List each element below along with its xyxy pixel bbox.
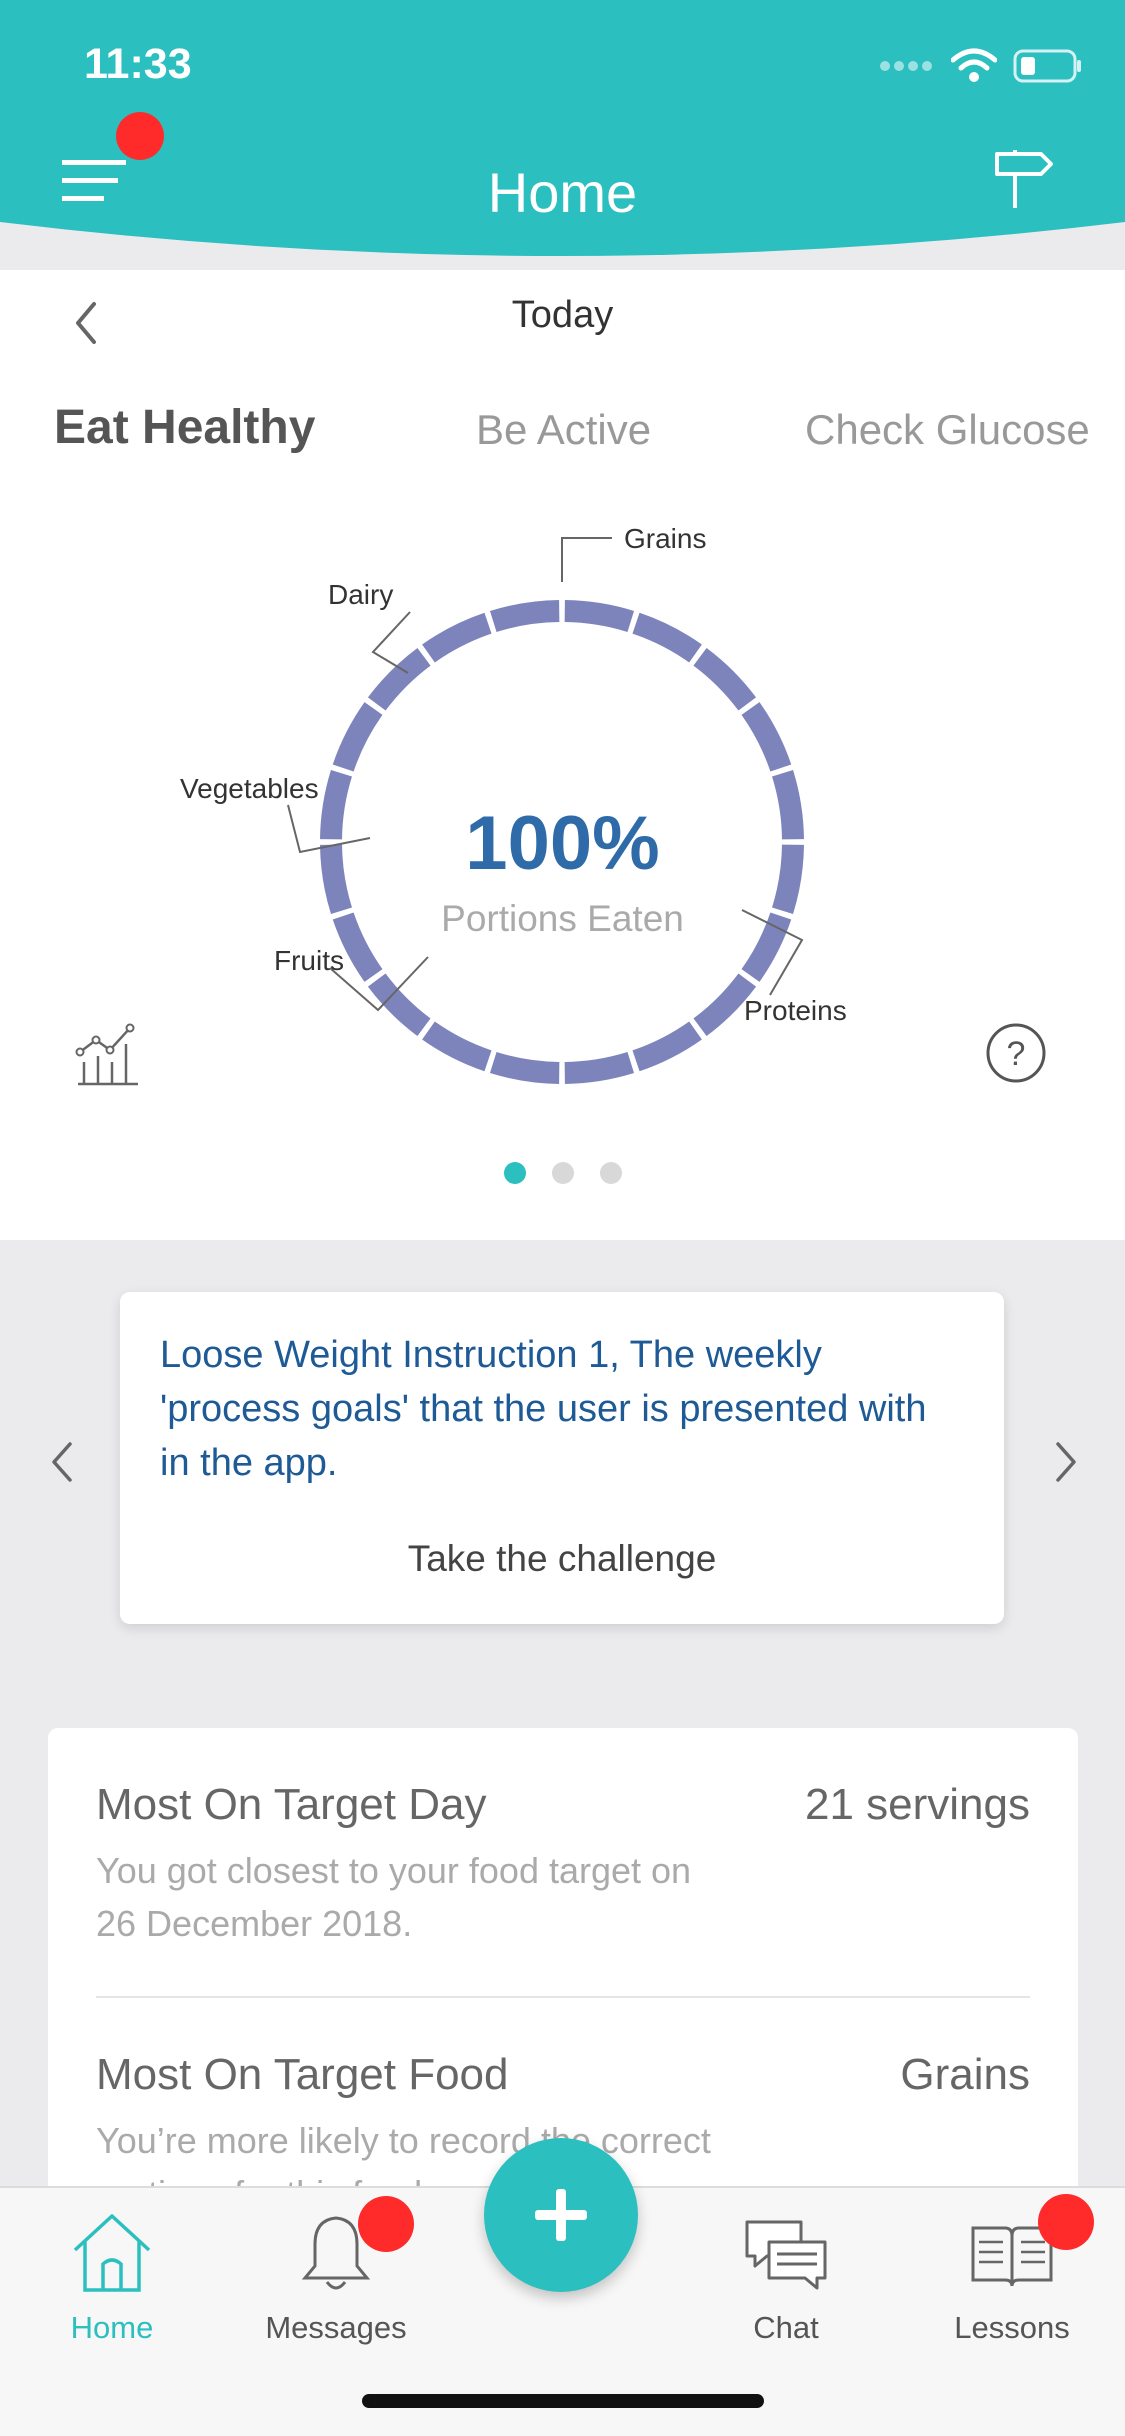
next-challenge-icon[interactable]	[1050, 1440, 1080, 1484]
home-indicator	[362, 2394, 764, 2408]
svg-text:?: ?	[1007, 1035, 1026, 1073]
signal-icon	[880, 61, 932, 71]
ring-segment	[489, 1051, 560, 1084]
tab-eat-healthy[interactable]: Eat Healthy	[54, 400, 315, 455]
chat-bubbles-icon	[745, 2220, 827, 2290]
menu-notification-badge	[116, 112, 164, 160]
add-entry-button[interactable]	[484, 2138, 638, 2292]
proteins-label: Proteins	[744, 995, 847, 1026]
tab-check-glucose[interactable]: Check Glucose	[805, 406, 1090, 454]
stat-value: 21 servings	[804, 1780, 1030, 1829]
stat-title: Most On Target Food	[96, 2050, 509, 2099]
signpost-icon[interactable]	[993, 148, 1055, 210]
portions-caption: Portions Eaten	[441, 898, 684, 939]
ring-segment	[332, 702, 383, 772]
ring-segment	[367, 647, 431, 711]
tab-label: Lessons	[954, 2310, 1070, 2345]
ring-segment	[489, 600, 560, 633]
tab-label: Chat	[753, 2310, 819, 2345]
stat-description: You got closest to your food target on 2…	[96, 1850, 692, 1944]
tab-be-active[interactable]: Be Active	[476, 406, 651, 454]
stat-value: Grains	[900, 2050, 1030, 2099]
challenge-text: Loose Weight Instruction 1, The weekly '…	[160, 1334, 927, 1484]
help-icon[interactable]: ?	[985, 1022, 1047, 1084]
lessons-notification-badge	[1038, 2194, 1094, 2250]
line-chart-icon[interactable]	[74, 1022, 140, 1088]
battery-icon	[1013, 49, 1081, 83]
ring-segment	[422, 612, 492, 663]
ring-segment	[422, 1021, 492, 1072]
carousel-pager	[0, 1162, 1125, 1184]
pager-dot[interactable]	[599, 1162, 622, 1184]
status-time: 11:33	[84, 40, 192, 88]
house-icon	[73, 2214, 151, 2292]
pager-dot[interactable]	[503, 1162, 526, 1184]
app-header: 11:33 Home	[0, 0, 1125, 270]
ring-segment	[632, 612, 702, 663]
page-title: Home	[487, 161, 638, 224]
tab-chat[interactable]: Chat	[696, 2208, 876, 2346]
fruits-label: Fruits	[274, 945, 344, 976]
tab-label: Messages	[265, 2310, 407, 2345]
date-label: Today	[511, 294, 614, 336]
plus-icon	[535, 2189, 587, 2241]
previous-challenge-icon[interactable]	[48, 1440, 78, 1484]
stat-title: Most On Target Day	[96, 1780, 487, 1829]
tab-label: Home	[70, 2310, 154, 2345]
wifi-icon	[951, 48, 997, 82]
messages-notification-badge	[358, 2196, 414, 2252]
dairy-label: Dairy	[328, 579, 393, 610]
grains-leader-line	[561, 537, 612, 582]
status-indicators	[879, 48, 1083, 84]
challenge-card: Loose Weight Instruction 1, The weekly '…	[120, 1292, 1004, 1624]
ring-segment	[693, 647, 757, 711]
ring-segment	[693, 973, 757, 1037]
stat-most-on-target-day: Most On Target Day 21 servings You got c…	[96, 1780, 1030, 1980]
tab-home[interactable]: Home	[22, 2208, 202, 2346]
goal-summary-card: Today Eat Healthy Be Active Check Glucos…	[0, 270, 1125, 1240]
ring-segment	[564, 1051, 635, 1084]
divider	[96, 1996, 1030, 1998]
ring-segment	[741, 702, 792, 772]
take-challenge-button[interactable]: Take the challenge	[120, 1538, 1004, 1580]
grains-label: Grains	[624, 523, 706, 554]
portions-percent: 100%	[465, 801, 660, 886]
pager-dot[interactable]	[551, 1162, 574, 1184]
ring-segment	[564, 600, 635, 633]
ring-segment	[632, 1021, 702, 1072]
